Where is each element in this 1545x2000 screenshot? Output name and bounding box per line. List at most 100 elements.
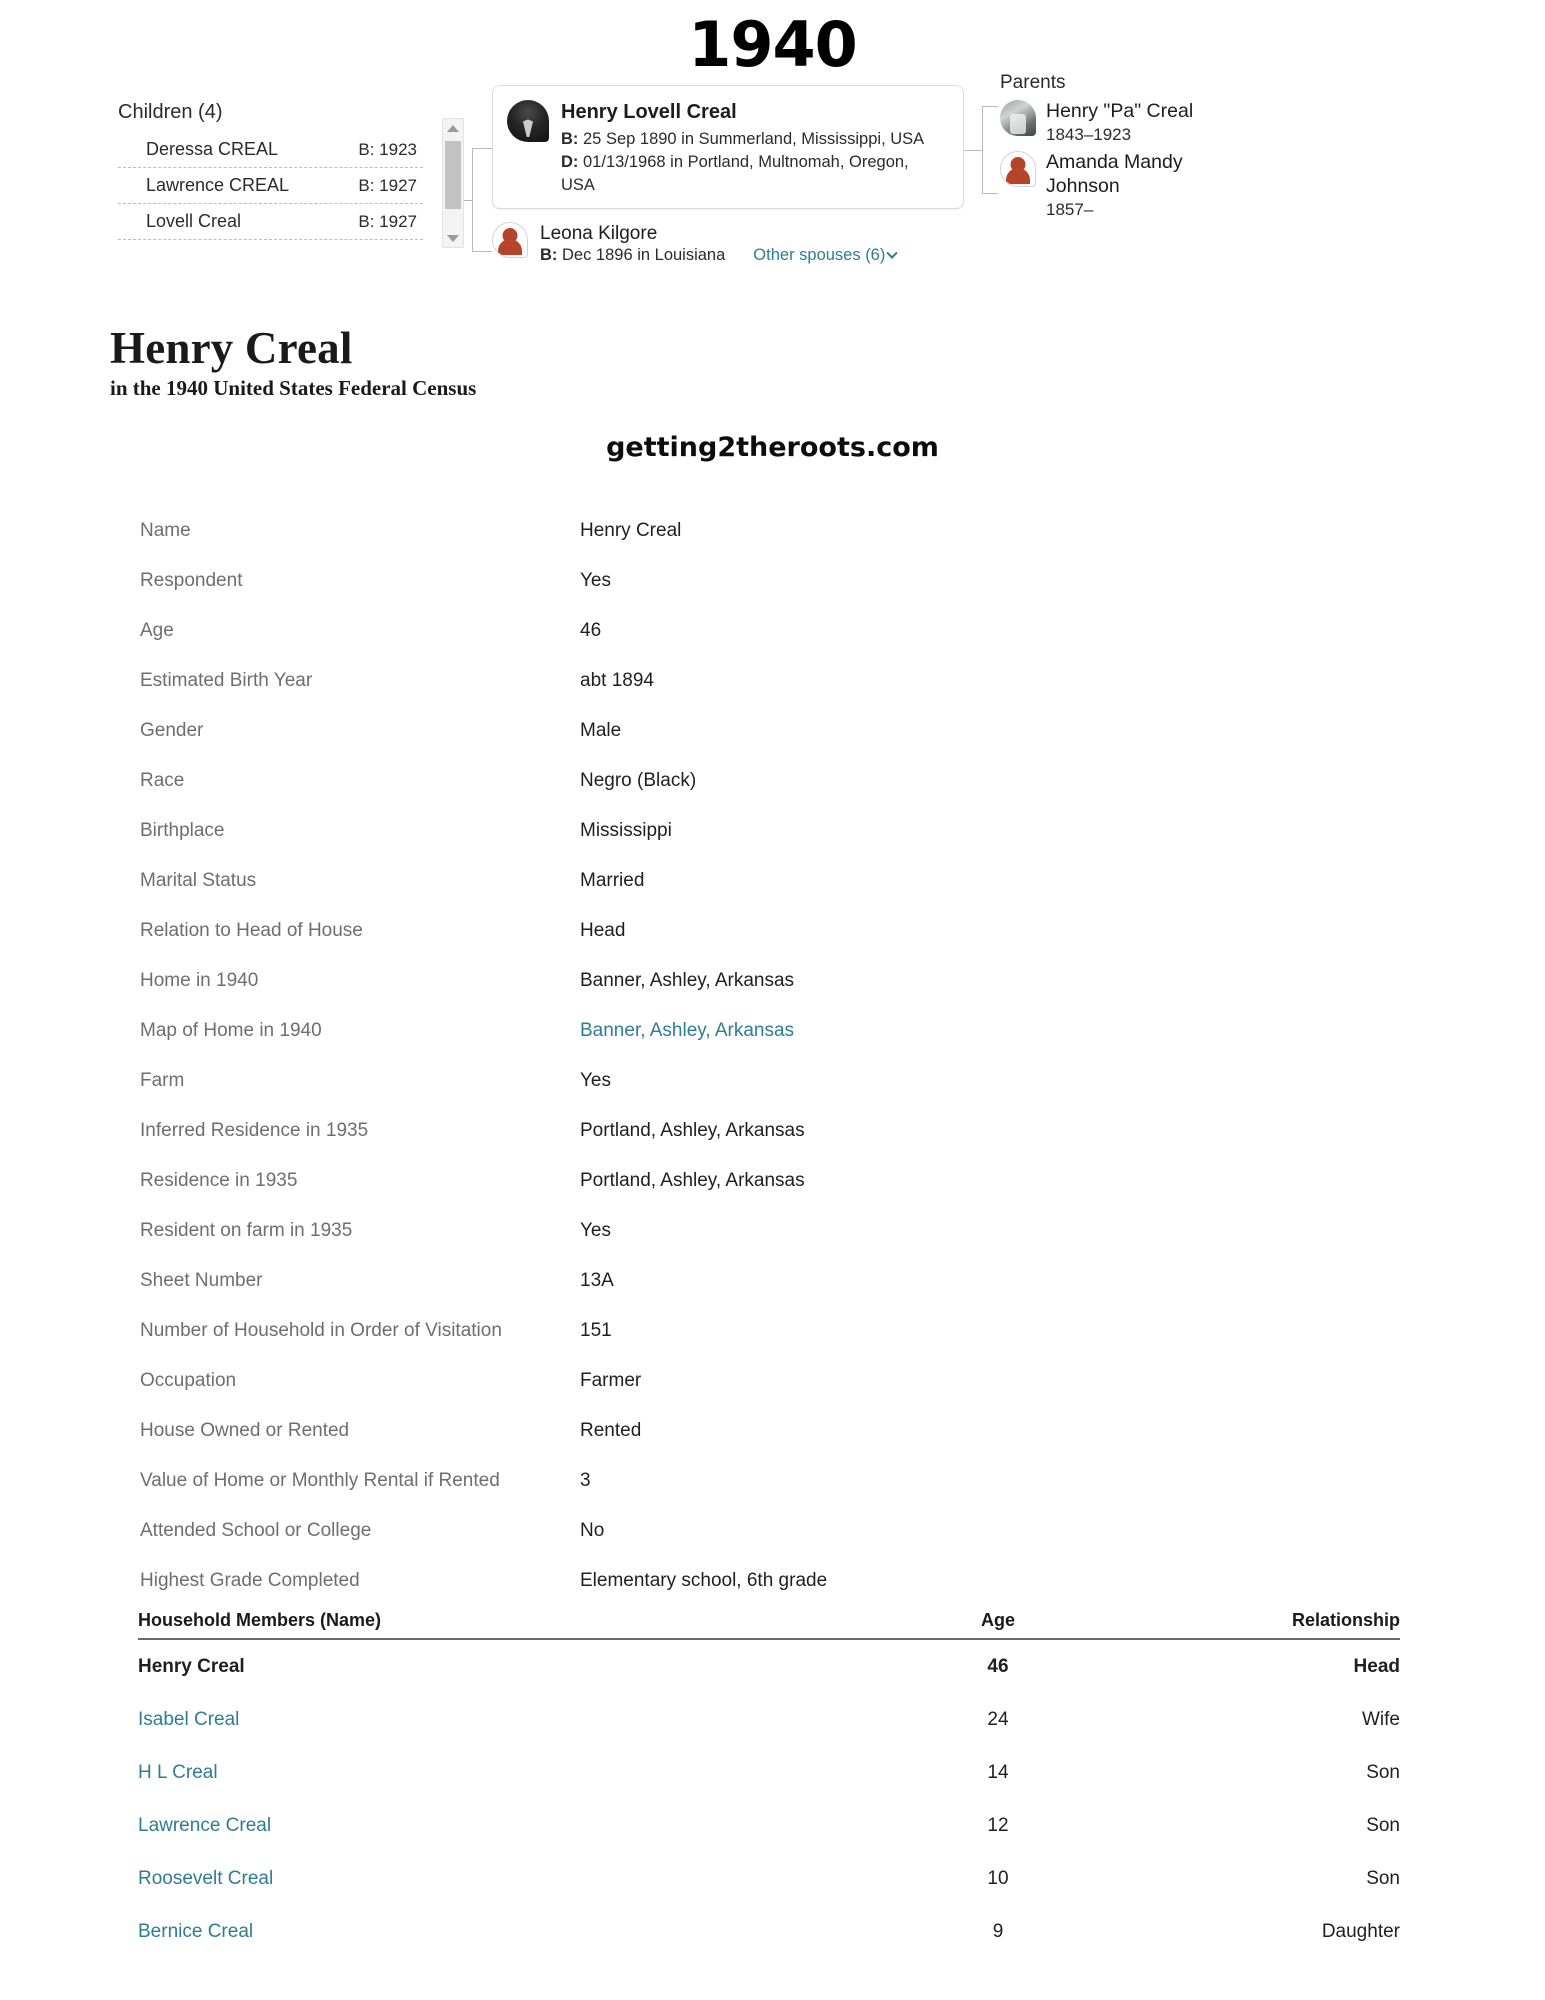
- detail-label: Inferred Residence in 1935: [140, 1120, 369, 1141]
- detail-label: Sheet Number: [140, 1270, 263, 1291]
- household-member-relationship: Son: [1366, 1814, 1400, 1836]
- parent-dates: 1843–1923: [1046, 124, 1132, 144]
- detail-row: Respondent Yes: [140, 570, 1400, 620]
- household-member-name[interactable]: H L Creal: [138, 1762, 868, 1784]
- household-member-name[interactable]: Roosevelt Creal: [138, 1868, 868, 1890]
- detail-label: Age: [140, 620, 174, 641]
- record-heading: Henry Creal in the 1940 United States Fe…: [110, 324, 476, 401]
- scroll-up-icon[interactable]: [443, 119, 463, 137]
- focus-person-death: D: 01/13/1968 in Portland, Multnomah, Or…: [561, 151, 947, 197]
- detail-label: Gender: [140, 720, 204, 741]
- parent-avatar: [1000, 151, 1036, 188]
- household-member-age: 10: [987, 1867, 1009, 1889]
- household-member-age: 9: [992, 1920, 1004, 1942]
- detail-value: Portland, Ashley, Arkansas: [580, 1170, 805, 1191]
- parent-avatar: [1000, 100, 1036, 136]
- household-member-relationship: Daughter: [1321, 1920, 1400, 1942]
- detail-value: Yes: [580, 1070, 611, 1091]
- parent-name: Amanda Mandy Johnson: [1046, 151, 1183, 197]
- spouse-birth-value: Dec 1896 in Louisiana: [557, 245, 726, 264]
- detail-label: Resident on farm in 1935: [140, 1220, 353, 1241]
- detail-label: Value of Home or Monthly Rental if Rente…: [140, 1470, 500, 1491]
- household-member-relationship: Son: [1366, 1761, 1400, 1783]
- child-row[interactable]: Deressa CREAL B: 1923: [118, 132, 423, 168]
- detail-row: Value of Home or Monthly Rental if Rente…: [140, 1470, 1400, 1520]
- detail-value: Mississippi: [580, 820, 672, 841]
- detail-label: Relation to Head of House: [140, 920, 363, 941]
- detail-label: House Owned or Rented: [140, 1420, 350, 1441]
- detail-value: Rented: [580, 1420, 642, 1441]
- household-members-table: Household Members (Name) Age Relationshi…: [138, 1610, 1400, 1958]
- detail-row: Relation to Head of House Head: [140, 920, 1400, 970]
- detail-row: Marital Status Married: [140, 870, 1400, 920]
- parents-list: Parents Henry "Pa" Creal 1843–1923 Amanda …: [1000, 72, 1260, 226]
- connector-line: [964, 150, 982, 151]
- detail-row: Number of Household in Order of Visitati…: [140, 1320, 1400, 1370]
- connector-line: [464, 200, 473, 201]
- detail-value: Negro (Black): [580, 770, 697, 791]
- detail-label: Respondent: [140, 570, 243, 591]
- parents-heading: Parents: [1000, 72, 1066, 93]
- detail-value: Farmer: [580, 1370, 642, 1391]
- parent-row[interactable]: Amanda Mandy Johnson 1857–: [1000, 151, 1260, 220]
- child-name: Lovell Creal: [146, 211, 242, 231]
- parent-row[interactable]: Henry "Pa" Creal 1843–1923: [1000, 100, 1260, 145]
- scrollbar-thumb[interactable]: [445, 141, 461, 209]
- detail-row: Inferred Residence in 1935 Portland, Ashl…: [140, 1120, 1400, 1170]
- chevron-down-icon: [886, 247, 899, 259]
- household-member-age: 24: [987, 1708, 1009, 1730]
- connector-line: [982, 106, 983, 194]
- birth-value: 25 Sep 1890 in Summerland, Mississippi, …: [578, 130, 925, 148]
- other-spouses-label: Other spouses (6): [753, 245, 886, 264]
- death-value: 01/13/1968 in Portland, Multnomah, Orego…: [561, 152, 909, 194]
- detail-value: No: [580, 1520, 605, 1541]
- scroll-down-icon[interactable]: [443, 229, 463, 247]
- detail-value: abt 1894: [580, 670, 654, 691]
- detail-value: Henry Creal: [580, 520, 682, 541]
- detail-value: Married: [580, 870, 645, 891]
- detail-row: Age 46: [140, 620, 1400, 670]
- household-member-name[interactable]: Isabel Creal: [138, 1709, 868, 1731]
- detail-label: Home in 1940: [140, 970, 259, 991]
- children-scrollbar[interactable]: [442, 118, 464, 248]
- detail-row: Attended School or College No: [140, 1520, 1400, 1570]
- household-member-name[interactable]: Bernice Creal: [138, 1921, 868, 1943]
- table-row: Roosevelt Creal 10 Son: [138, 1852, 1400, 1905]
- spouse-name: Leona Kilgore: [540, 223, 658, 244]
- detail-value: Banner, Ashley, Arkansas: [580, 970, 795, 991]
- year-title: 1940: [688, 8, 858, 81]
- detail-value: 13A: [580, 1270, 614, 1291]
- detail-label: Residence in 1935: [140, 1170, 298, 1191]
- focus-person-birth: B: 25 Sep 1890 in Summerland, Mississipp…: [561, 128, 947, 151]
- connector-line: [982, 193, 998, 194]
- detail-value: Male: [580, 720, 622, 741]
- child-row[interactable]: Lovell Creal B: 1927: [118, 204, 423, 240]
- detail-label: Map of Home in 1940: [140, 1020, 322, 1041]
- household-member-name[interactable]: Lawrence Creal: [138, 1815, 868, 1837]
- connector-line: [472, 148, 492, 149]
- detail-value: Yes: [580, 570, 611, 591]
- child-birth: B: 1927: [358, 175, 417, 195]
- record-details: Name Henry Creal Respondent Yes Age 46 Estimat…: [140, 520, 1400, 1620]
- detail-row: Resident on farm in 1935 Yes: [140, 1220, 1400, 1270]
- connector-line: [472, 251, 492, 252]
- birth-label: B:: [561, 130, 579, 148]
- detail-value: Yes: [580, 1220, 611, 1241]
- detail-row: Gender Male: [140, 720, 1400, 770]
- children-heading: Children (4): [118, 101, 223, 123]
- detail-label: Highest Grade Completed: [140, 1570, 360, 1591]
- table-row: Henry Creal 46 Head: [138, 1640, 1400, 1693]
- parent-name: Henry "Pa" Creal: [1046, 100, 1194, 122]
- child-row[interactable]: Lawrence CREAL B: 1927: [118, 168, 423, 204]
- detail-row: Home in 1940 Banner, Ashley, Arkansas: [140, 970, 1400, 1020]
- death-label: D:: [561, 152, 579, 171]
- focus-person-card[interactable]: Henry Lovell Creal B: 25 Sep 1890 in Sum…: [492, 85, 964, 210]
- household-member-relationship: Son: [1366, 1867, 1400, 1889]
- detail-value-link[interactable]: Banner, Ashley, Arkansas: [580, 1020, 794, 1042]
- other-spouses-link[interactable]: Other spouses (6): [753, 245, 899, 265]
- children-list: Children (4) Deressa CREAL B: 1923 Lawrenc…: [118, 100, 423, 240]
- table-row: H L Creal 14 Son: [138, 1746, 1400, 1799]
- detail-row: Occupation Farmer: [140, 1370, 1400, 1420]
- spouse-row[interactable]: Leona Kilgore B: Dec 1896 in Louisiana O…: [492, 222, 899, 265]
- detail-label: Race: [140, 770, 185, 791]
